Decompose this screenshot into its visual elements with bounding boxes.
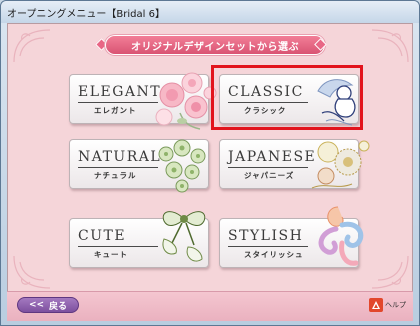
cherub-angel-icon bbox=[317, 79, 356, 126]
back-arrows-icon: << bbox=[28, 300, 45, 310]
card-divider bbox=[78, 246, 158, 247]
design-card-natural[interactable]: NATURAL ナチュラル bbox=[69, 139, 209, 193]
help-icon bbox=[369, 298, 383, 312]
corner-flourish-top-right bbox=[371, 29, 409, 63]
card-title: ELEGANT bbox=[78, 84, 162, 100]
section-heading: オリジナルデザインセットから選ぶ bbox=[106, 36, 324, 54]
help-button[interactable]: ヘルプ bbox=[369, 297, 406, 313]
corner-flourish-top-left bbox=[13, 29, 51, 63]
ribbon-bow-icon bbox=[162, 211, 206, 262]
card-divider bbox=[228, 246, 308, 247]
card-divider bbox=[228, 167, 308, 168]
card-subtitle: クラシック bbox=[244, 106, 287, 115]
card-subtitle: スタイリッシュ bbox=[244, 250, 304, 259]
window-title: オープニングメニュー【Bridal 6】 bbox=[7, 9, 165, 20]
design-card-classic[interactable]: CLASSIC クラシック bbox=[219, 74, 359, 126]
back-button[interactable]: << 戻る bbox=[17, 297, 79, 313]
card-divider bbox=[78, 102, 158, 103]
card-divider bbox=[228, 102, 308, 103]
rose-bouquet-icon bbox=[155, 72, 217, 130]
menu-content-area: オリジナルデザインセットから選ぶ ELEGANT エレガント CLASSIC ク… bbox=[7, 23, 413, 321]
japanese-ornament-icon bbox=[311, 140, 370, 189]
design-card-cute[interactable]: CUTE キュート bbox=[69, 211, 209, 268]
card-subtitle: ナチュラル bbox=[94, 171, 137, 180]
design-card-stylish[interactable]: STYLISH スタイリッシュ bbox=[219, 206, 364, 268]
card-title: JAPANESE bbox=[228, 149, 317, 165]
design-card-japanese[interactable]: JAPANESE ジャパニーズ bbox=[219, 139, 370, 189]
swirl-pattern-icon bbox=[318, 206, 364, 266]
card-title: STYLISH bbox=[228, 228, 304, 244]
card-subtitle: エレガント bbox=[94, 106, 137, 115]
design-card-elegant[interactable]: ELEGANT エレガント bbox=[69, 72, 217, 130]
card-title: CUTE bbox=[78, 228, 127, 244]
help-label: ヘルプ bbox=[385, 301, 406, 309]
green-flowers-icon bbox=[158, 139, 206, 193]
back-label: 戻る bbox=[49, 301, 68, 312]
card-subtitle: キュート bbox=[94, 250, 128, 259]
card-subtitle: ジャパニーズ bbox=[244, 171, 295, 180]
corner-flourish-bottom-left bbox=[13, 255, 51, 289]
card-title: NATURAL bbox=[78, 149, 162, 165]
opening-menu-window: オープニングメニュー【Bridal 6】 オリジナルデザインセットから選ぶ EL… bbox=[0, 0, 420, 326]
title-bar: オープニングメニュー【Bridal 6】 bbox=[1, 1, 419, 23]
card-title: CLASSIC bbox=[228, 84, 304, 100]
card-divider bbox=[78, 167, 158, 168]
